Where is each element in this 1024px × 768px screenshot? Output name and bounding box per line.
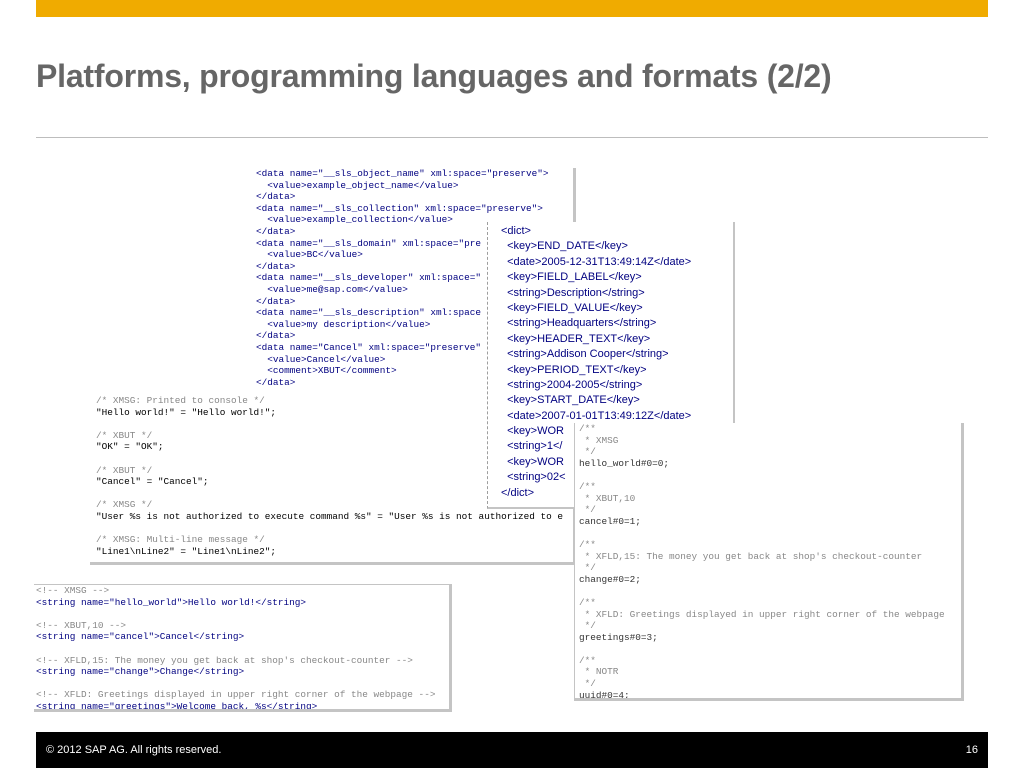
code-line: <!-- XFLD,15: The money you get back at …: [36, 654, 413, 666]
footer: © 2012 SAP AG. All rights reserved. 16: [36, 732, 988, 768]
code-line: * NOTR: [579, 666, 619, 678]
code-line: greetings#0=3;: [579, 631, 658, 643]
code-line: change#0=2;: [579, 573, 641, 585]
plist-line: <key>FIELD_VALUE</key>: [501, 301, 643, 314]
code-line: /**: [579, 423, 596, 434]
code-line: <string name="change">Change</string>: [36, 666, 245, 678]
code-line: * XFLD: Greetings displayed in upper rig…: [579, 608, 945, 620]
code-line: </data>: [256, 191, 296, 203]
properties-panel: /** * XMSG */hello_world#0=0;/** * XBUT,…: [574, 423, 964, 701]
copyright-text: © 2012 SAP AG. All rights reserved.: [46, 744, 222, 756]
slide-title: Platforms, programming languages and for…: [36, 58, 832, 94]
code-line: */: [579, 562, 596, 574]
code-line: <string name="hello_world">Hello world!<…: [36, 596, 307, 608]
code-line: "Line1\nLine2" = "Line1\nLine2";: [96, 545, 277, 557]
code-line: * XMSG: [579, 434, 619, 446]
code-line: /* XMSG: Multi-line message */: [96, 534, 265, 546]
plist-line: <dict>: [501, 225, 531, 237]
plist-line: <key>PERIOD_TEXT</key>: [501, 363, 647, 376]
title-divider: [36, 137, 988, 138]
android-xml-code: <!-- XMSG --> <string name="hello_world">…: [34, 585, 449, 712]
android-xml-panel: <!-- XMSG --> <string name="hello_world">…: [34, 584, 452, 712]
code-line: <data name="__sls_object_name" xml:space…: [256, 168, 549, 179]
code-line: /**: [579, 596, 596, 608]
code-line: cancel#0=1;: [579, 515, 641, 527]
code-line: <!-- XBUT,10 -->: [36, 619, 127, 631]
plist-line: <string>Description</string>: [501, 286, 645, 299]
code-line: * XFLD,15: The money you get back at sho…: [579, 550, 923, 562]
plist-line: <key>START_DATE</key>: [501, 394, 640, 407]
plist-line: <key>HEADER_TEXT</key>: [501, 332, 651, 345]
code-line: */: [579, 446, 596, 458]
code-line: "User %s is not authorized to execute co…: [96, 510, 563, 522]
properties-code: /** * XMSG */hello_world#0=0;/** * XBUT,…: [575, 423, 961, 701]
code-line: <string name="greetings">Welcome back, %…: [36, 700, 318, 712]
code-line: */: [579, 620, 596, 632]
code-line: <value>example_object_name</value>: [256, 179, 459, 191]
code-line: * XBUT,10: [579, 492, 636, 504]
plist-line: <key>END_DATE</key>: [501, 240, 628, 253]
code-line: uuid#0=4;: [579, 689, 630, 701]
plist-line: <key>FIELD_LABEL</key>: [501, 271, 642, 284]
plist-line: <date>2007-01-01T13:49:12Z</date>: [501, 409, 692, 422]
plist-line: <date>2005-12-31T13:49:14Z</date>: [501, 255, 692, 268]
code-line: <!-- XMSG -->: [36, 585, 110, 596]
code-line: */: [579, 504, 596, 516]
code-line: hello_world#0=0;: [579, 457, 670, 469]
code-line: /**: [579, 538, 596, 550]
code-line: /**: [579, 654, 596, 666]
plist-line: <string>2004-2005</string>: [501, 378, 643, 391]
plist-line: <string>Headquarters</string>: [501, 317, 657, 330]
plist-line: <string>Addison Cooper</string>: [501, 348, 669, 361]
code-line: <string name="cancel">Cancel</string>: [36, 631, 245, 643]
code-line: /**: [579, 480, 596, 492]
accent-bar: [36, 0, 988, 17]
code-line: */: [579, 678, 596, 690]
page-number: 16: [965, 744, 978, 756]
code-line: <data name="__sls_collection" xml:space=…: [256, 202, 543, 214]
code-line: <!-- XFLD: Greetings displayed in upper …: [36, 689, 436, 701]
